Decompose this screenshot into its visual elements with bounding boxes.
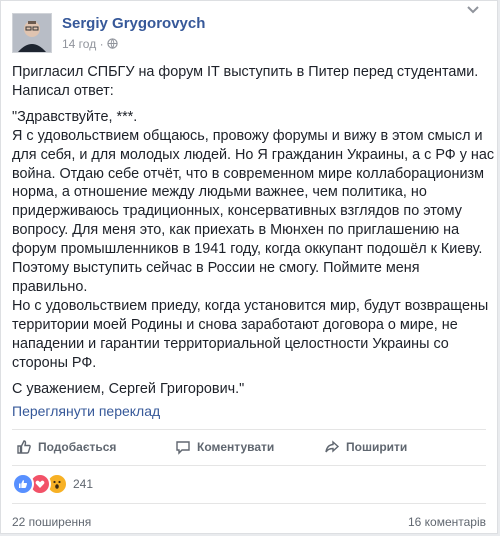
share-icon [325,440,340,453]
post-line: правильно. [12,278,88,295]
post-line: нападении и гарантии территориальной цел… [12,335,449,352]
shares-count[interactable]: 22 поширення [12,515,91,529]
post-card: Sergiy Grygorovych 14 год · Пригласил СП… [0,0,498,534]
divider [12,429,486,430]
post-line: С уважением, Сергей Григорович." [12,380,245,397]
divider [12,465,486,466]
post-line: Пригласил СПБГУ на форум IT выступить в … [12,64,479,80]
post-line: Я с удовольствием общаюсь, провожу форум… [12,127,483,144]
post-line: война. Отдаю себе отчёт, что в современн… [12,165,485,182]
post-line: вопросу. Для меня это, как приехать в Мю… [12,222,460,239]
thumbs-up-icon [17,440,31,454]
divider [12,503,486,504]
globe-icon [107,38,118,49]
post-time[interactable]: 14 год [62,37,96,51]
see-translation-link[interactable]: Переглянути переклад [12,403,160,419]
like-button[interactable]: Подобається [16,431,116,463]
comments-count[interactable]: 16 коментарів [408,515,486,529]
post-line: Но с удовольствием приеду, когда установ… [12,297,489,314]
share-label: Поширити [346,440,408,454]
comment-button[interactable]: Коментувати [175,431,274,463]
share-button[interactable]: Поширити [324,431,407,463]
comment-icon [176,441,190,455]
reactions-summary[interactable]: 241 [12,473,93,495]
reactions-count: 241 [73,477,94,491]
author-name[interactable]: Sergiy Grygorovych [62,15,205,32]
dot-separator: · [99,37,107,51]
post-line: Поэтому выступить сейчас в России не смо… [12,260,420,277]
post-options-chevron-icon[interactable] [467,1,479,18]
comment-label: Коментувати [197,440,275,454]
post-letter: "Здравствуйте, ***. Я с удовольствием об… [12,108,495,373]
author-avatar[interactable] [12,13,52,53]
post-line: норма, а отношение между людьми важнее, … [12,184,427,201]
post-meta: 14 год · [62,37,118,51]
post-line: территории моей Родины и снова заработаю… [12,316,458,333]
post-intro: Пригласил СПБГУ на форум IT выступить в … [12,63,489,101]
post-line: для себя, и для молодых людей. Но Я граж… [12,146,495,163]
post-line: "Здравствуйте, ***. [12,108,138,125]
post-actions: Подобається Коментувати Поширити [12,431,488,463]
post-body: Пригласил СПБГУ на форум IT выступить в … [12,63,495,405]
post-line: Написал ответ: [12,82,114,99]
post-line: стороны РФ. [12,354,97,371]
like-icon [12,473,34,495]
like-label: Подобається [38,440,117,454]
post-line: форум промышленников в 1941 году, когда … [12,241,483,258]
post-closing: С уважением, Сергей Григорович." [12,380,489,399]
post-line: придерживаюсь традиционных, консервативн… [12,203,462,220]
